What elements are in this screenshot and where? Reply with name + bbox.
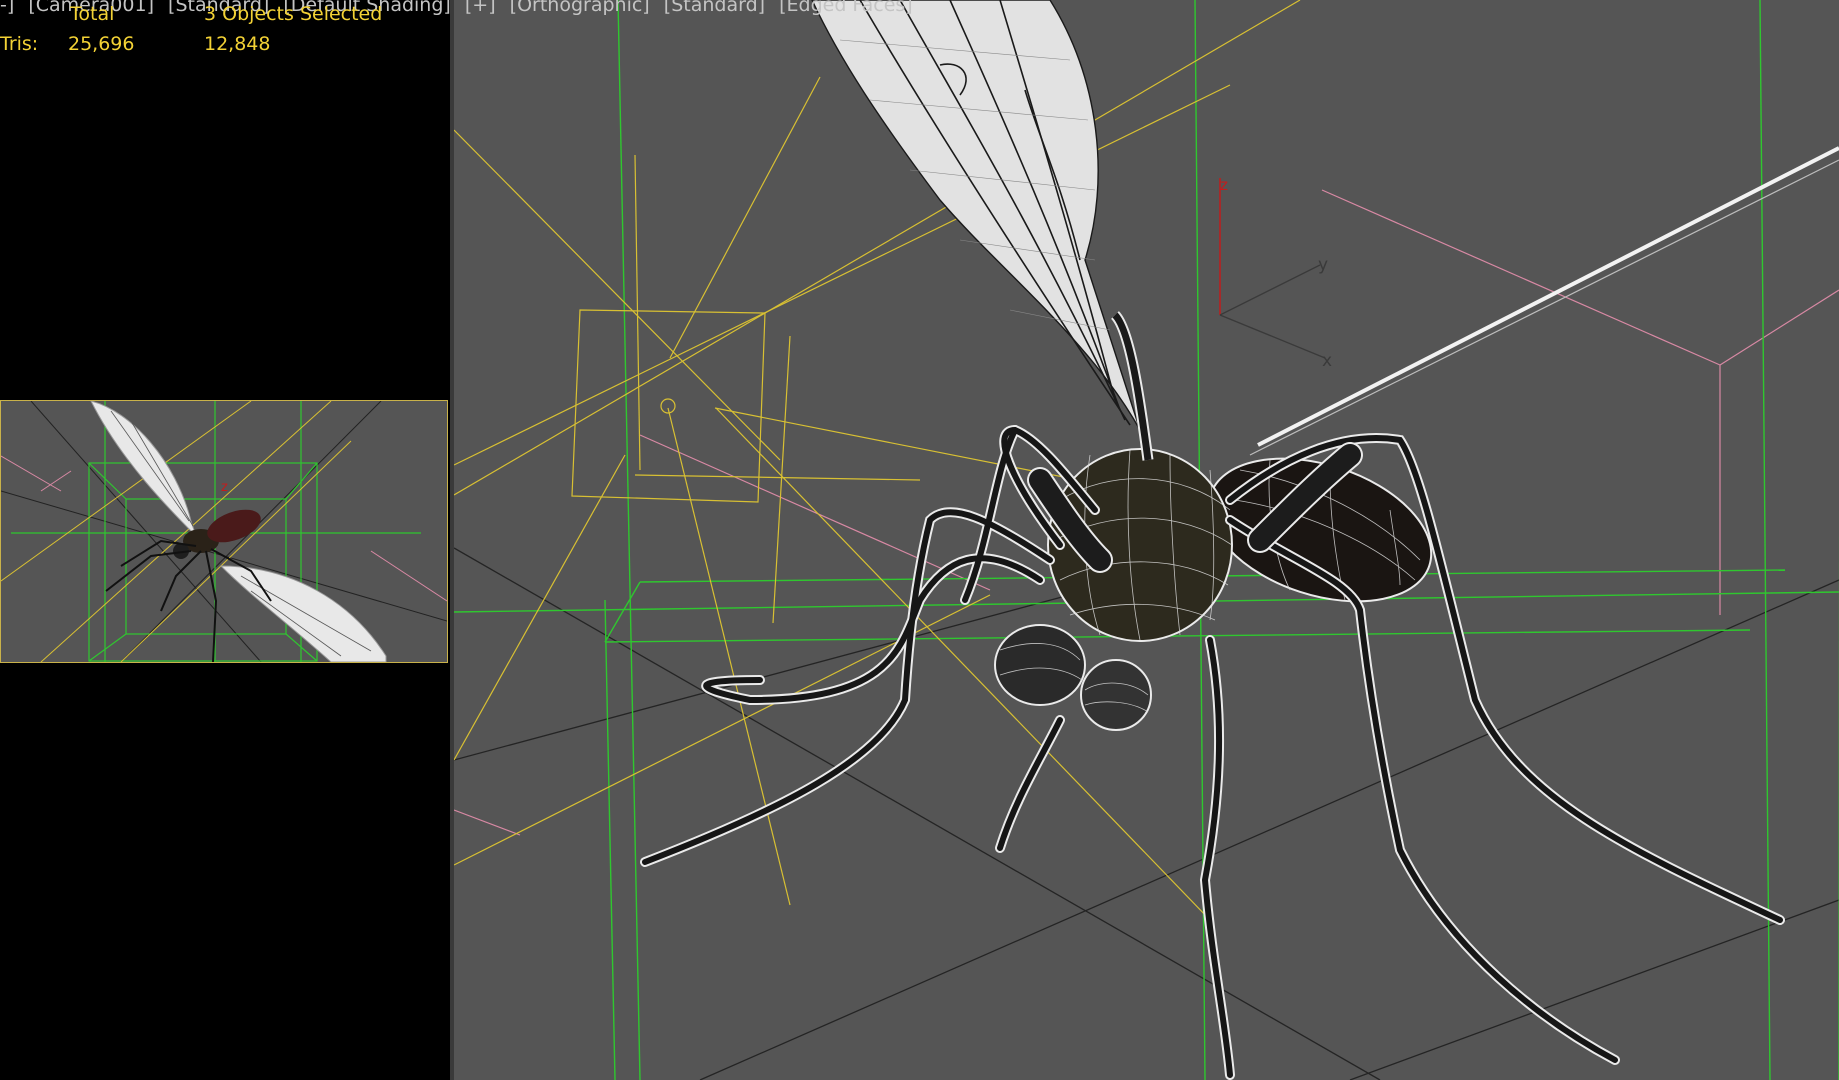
view-type-label[interactable]: [Orthographic] [510,0,650,16]
thumbnail-viewport[interactable]: z [0,400,448,663]
gizmo-z-label: z [1220,176,1228,194]
edged-faces-label[interactable]: [Edged Faces] [779,0,913,16]
statistics-overlay: Total 3 Objects Selected Tris: 25,696 12… [0,0,450,70]
main-scene: z y x [454,0,1839,1080]
stats-total-value: 25,696 [68,33,135,55]
gizmo-x-label: x [1322,351,1332,371]
stats-row-label: Tris: [0,33,39,55]
plus-menu-label[interactable]: [+] [465,0,496,16]
thumbnail-z-axis-label: z [221,480,228,495]
stats-header-selected: 3 Objects Selected [204,3,383,25]
standard-label-2[interactable]: [Standard] [664,0,765,16]
thumbnail-scene: z [1,401,447,662]
main-viewport[interactable]: z y x [454,0,1839,1080]
left-panel: z [0,0,450,1080]
stats-header-total: Total [70,3,115,25]
gizmo-y-label: y [1318,255,1328,275]
stats-selected-value: 12,848 [204,33,271,55]
